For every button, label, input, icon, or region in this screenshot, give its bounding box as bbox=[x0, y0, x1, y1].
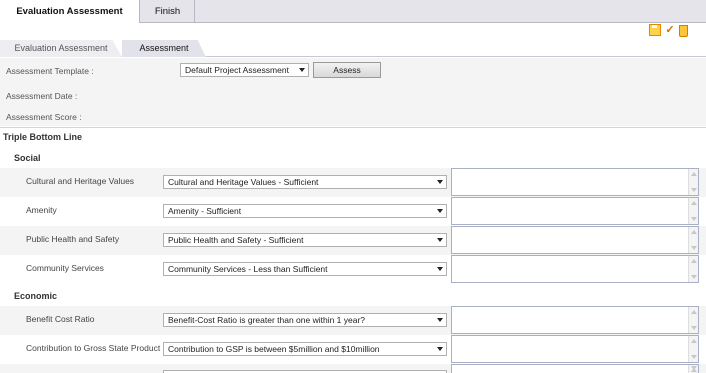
chevron-down-icon bbox=[437, 347, 443, 351]
criteria-value: Contribution to GSP is between $5million… bbox=[168, 344, 380, 354]
criteria-value: Community Services - Less than Sufficien… bbox=[168, 264, 328, 274]
criteria-select[interactable]: Cultural and Heritage Values - Sufficien… bbox=[163, 175, 447, 189]
criteria-select[interactable]: Amenity - Sufficient bbox=[163, 204, 447, 218]
criteria-value: Amenity - Sufficient bbox=[168, 206, 242, 216]
comment-textarea[interactable] bbox=[451, 306, 699, 334]
comment-textarea[interactable] bbox=[451, 168, 699, 196]
criteria-label: Community Services bbox=[26, 263, 104, 273]
assess-button[interactable]: Assess bbox=[313, 62, 381, 78]
triple-bottom-line-panel: Triple Bottom Line Social Cultural and H… bbox=[0, 127, 706, 373]
criteria-row: Amenity Amenity - Sufficient bbox=[0, 197, 706, 226]
comment-textarea[interactable] bbox=[451, 335, 699, 363]
criteria-select[interactable]: Contribution to GSP is between $5million… bbox=[163, 342, 447, 356]
assessment-score-label: Assessment Score : bbox=[6, 112, 82, 122]
assessment-template-select[interactable]: Default Project Assessment bbox=[180, 63, 309, 77]
assessment-info-panel: Assessment Template : Default Project As… bbox=[0, 58, 706, 126]
chevron-down-icon bbox=[299, 68, 305, 72]
chevron-down-icon bbox=[437, 267, 443, 271]
save-icon[interactable] bbox=[649, 24, 661, 36]
group-title-social: Social bbox=[14, 153, 41, 163]
scrollbar[interactable] bbox=[688, 198, 698, 224]
assessment-template-label: Assessment Template : bbox=[6, 66, 94, 76]
comment-textarea[interactable] bbox=[451, 364, 699, 373]
criteria-label: Amenity bbox=[26, 205, 57, 215]
criteria-row: Contribution to Gross State Product Cont… bbox=[0, 335, 706, 364]
scrollbar[interactable] bbox=[688, 365, 698, 373]
scrollbar[interactable] bbox=[688, 227, 698, 253]
criteria-row bbox=[0, 364, 706, 373]
tab-evaluation-assessment[interactable]: Evaluation Assessment bbox=[0, 0, 140, 23]
chevron-down-icon bbox=[437, 318, 443, 322]
criteria-select[interactable]: Benefit-Cost Ratio is greater than one w… bbox=[163, 313, 447, 327]
sub-tab-bar: Evaluation Assessment Assessment bbox=[0, 40, 706, 57]
subtab-assessment[interactable]: Assessment bbox=[122, 40, 206, 57]
group-title-economic: Economic bbox=[14, 291, 58, 301]
scrollbar[interactable] bbox=[688, 336, 698, 362]
delete-icon[interactable] bbox=[679, 25, 688, 37]
criteria-row: Community Services Community Services - … bbox=[0, 255, 706, 284]
subtab-evaluation-assessment[interactable]: Evaluation Assessment bbox=[0, 40, 122, 57]
criteria-select[interactable]: Community Services - Less than Sufficien… bbox=[163, 262, 447, 276]
criteria-value: Cultural and Heritage Values - Sufficien… bbox=[168, 177, 319, 187]
criteria-select[interactable]: Public Health and Safety - Sufficient bbox=[163, 233, 447, 247]
top-tab-bar: Evaluation Assessment Finish bbox=[0, 0, 706, 23]
criteria-label: Benefit Cost Ratio bbox=[26, 314, 95, 324]
criteria-label: Cultural and Heritage Values bbox=[26, 176, 135, 186]
comment-textarea[interactable] bbox=[451, 255, 699, 283]
criteria-label: Contribution to Gross State Product bbox=[26, 343, 161, 353]
scrollbar[interactable] bbox=[688, 256, 698, 282]
criteria-value: Benefit-Cost Ratio is greater than one w… bbox=[168, 315, 366, 325]
criteria-row: Public Health and Safety Public Health a… bbox=[0, 226, 706, 255]
chevron-down-icon bbox=[437, 180, 443, 184]
spellcheck-icon[interactable]: ✓ bbox=[664, 24, 676, 36]
criteria-label: Public Health and Safety bbox=[26, 234, 120, 244]
toolbar: ✓ bbox=[649, 24, 688, 38]
criteria-row: Benefit Cost Ratio Benefit-Cost Ratio is… bbox=[0, 306, 706, 335]
scrollbar[interactable] bbox=[688, 169, 698, 195]
criteria-value: Public Health and Safety - Sufficient bbox=[168, 235, 304, 245]
chevron-down-icon bbox=[437, 238, 443, 242]
criteria-row: Cultural and Heritage Values Cultural an… bbox=[0, 168, 706, 197]
assessment-date-label: Assessment Date : bbox=[6, 91, 78, 101]
section-title: Triple Bottom Line bbox=[3, 132, 83, 142]
assessment-template-value: Default Project Assessment bbox=[185, 65, 289, 75]
comment-textarea[interactable] bbox=[451, 197, 699, 225]
tab-finish[interactable]: Finish bbox=[141, 0, 195, 23]
scrollbar[interactable] bbox=[688, 307, 698, 333]
comment-textarea[interactable] bbox=[451, 226, 699, 254]
chevron-down-icon bbox=[437, 209, 443, 213]
